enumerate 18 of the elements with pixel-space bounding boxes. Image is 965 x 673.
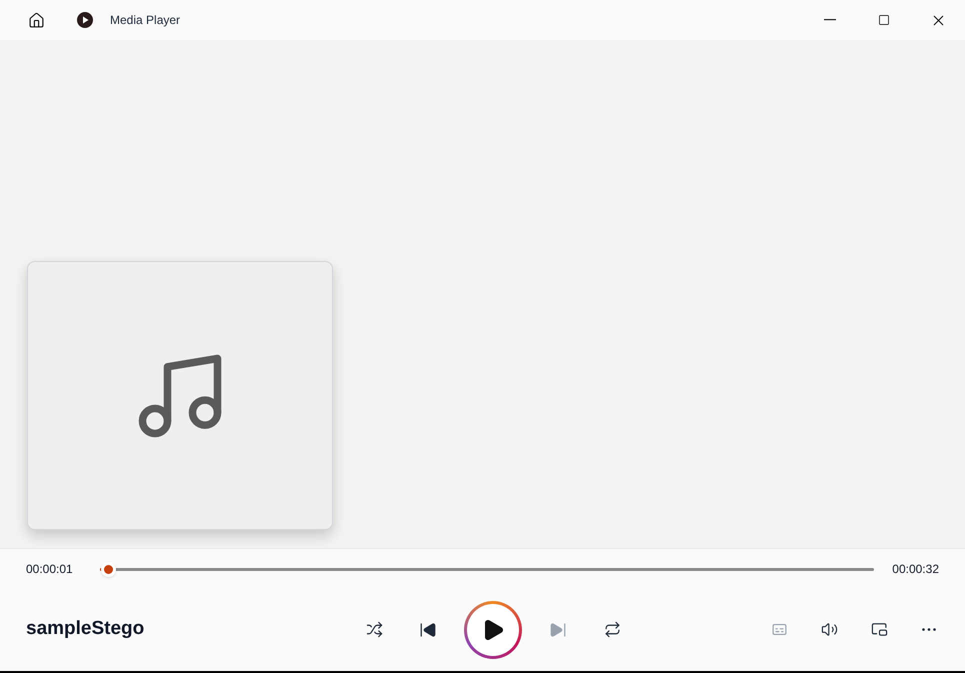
mini-player-icon [870,621,888,638]
elapsed-time: 00:00:01 [26,561,74,578]
maximize-icon [878,14,890,26]
seek-thumb[interactable] [100,562,116,576]
home-icon [28,12,44,28]
repeat-icon [604,621,620,638]
duration-time: 00:00:32 [892,561,939,578]
captions-icon [770,621,788,638]
shuffle-icon [366,621,382,638]
minimize-icon [824,19,836,21]
volume-icon [820,621,838,638]
next-icon [549,620,567,638]
track-title: sampleStego [26,617,146,642]
previous-icon [419,620,437,638]
seek-bar[interactable] [100,568,874,570]
window-title: Media Player [110,12,180,29]
app-logo-icon [76,11,94,29]
more-icon [922,628,936,631]
